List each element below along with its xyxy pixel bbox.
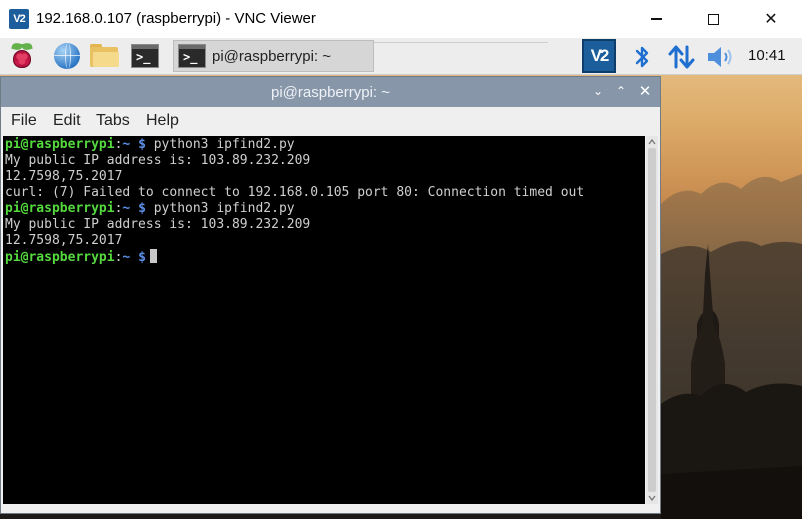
scrollbar-thumb[interactable] [648,148,656,492]
terminal-icon: >_ [178,44,206,68]
chevron-down-icon: ⌄ [592,84,604,98]
task-label: pi@raspberrypi: ~ [212,47,332,65]
vnc-viewer-titlebar: V2 192.168.0.107 (raspberrypi) - VNC Vie… [0,0,802,38]
remote-desktop: >_ >_ pi@raspberrypi: ~ V2 10:41 pi@rasp… [0,38,802,519]
terminal-line: curl: (7) Failed to connect to 192.168.0… [5,185,585,200]
window-close-button[interactable]: ✕ [742,0,800,38]
volume-icon[interactable] [705,44,735,70]
globe-icon [54,43,80,69]
folder-icon [90,44,120,68]
terminal-maximize-button[interactable]: ⌃ [612,82,630,100]
close-icon: ✕ [638,83,652,100]
terminal-line: My public IP address is: 103.89.232.209 [5,217,311,232]
maximize-icon [707,13,719,25]
vnc-server-tray-icon[interactable]: V2 [582,39,616,73]
raspberry-pi-icon [10,41,34,69]
terminal-line: pi@raspberrypi:~ $ python3 ipfind2.py [5,137,295,152]
terminal-menubar: File Edit Tabs Help [1,107,660,135]
menu-file[interactable]: File [11,112,37,130]
taskbar-clock[interactable]: 10:41 [748,47,786,64]
vnc-viewer-app-icon: V2 [9,9,29,29]
terminal-line: 12.7598,75.2017 [5,233,123,248]
terminal-console[interactable]: pi@raspberrypi:~ $ python3 ipfind2.py My… [3,136,645,504]
menu-edit[interactable]: Edit [53,112,81,130]
window-minimize-button[interactable] [627,0,685,38]
close-icon: ✕ [764,11,778,28]
scroll-down-arrow-icon[interactable] [648,494,656,502]
terminal-line: pi@raspberrypi:~ $ python3 ipfind2.py [5,201,295,216]
taskbar-divider [374,38,548,43]
terminal-window: pi@raspberrypi: ~ ⌄ ⌃ ✕ File Edit Tabs H… [0,76,661,514]
terminal-minimize-button[interactable]: ⌄ [589,82,607,100]
web-browser-launcher[interactable] [52,42,82,70]
terminal-titlebar[interactable]: pi@raspberrypi: ~ ⌄ ⌃ ✕ [1,77,660,107]
terminal-close-button[interactable]: ✕ [636,82,654,100]
text-cursor [149,249,157,263]
window-maximize-button[interactable] [684,0,742,38]
terminal-line: pi@raspberrypi:~ $ [5,249,157,265]
terminal-line: 12.7598,75.2017 [5,169,123,184]
terminal-title: pi@raspberrypi: ~ [270,84,391,101]
scroll-up-arrow-icon[interactable] [648,138,656,146]
minimize-icon [650,18,662,20]
desktop-wallpaper-scenery [661,174,802,519]
menu-help[interactable]: Help [146,112,179,130]
terminal-icon: >_ [131,44,159,68]
vnc-window-title: 192.168.0.107 (raspberrypi) - VNC Viewer [36,10,316,27]
file-manager-launcher[interactable] [90,42,120,70]
taskbar-terminal-task[interactable]: >_ pi@raspberrypi: ~ [173,40,374,72]
menu-tabs[interactable]: Tabs [96,112,130,130]
network-icon[interactable] [667,44,697,70]
raspberry-menu-button[interactable] [7,41,37,70]
chevron-up-icon: ⌃ [615,84,627,98]
terminal-line: My public IP address is: 103.89.232.209 [5,153,311,168]
raspbian-taskbar: >_ >_ pi@raspberrypi: ~ V2 10:41 [0,38,802,75]
terminal-launcher[interactable]: >_ [130,42,160,70]
bluetooth-icon[interactable] [630,44,654,70]
terminal-scrollbar[interactable] [646,136,658,504]
